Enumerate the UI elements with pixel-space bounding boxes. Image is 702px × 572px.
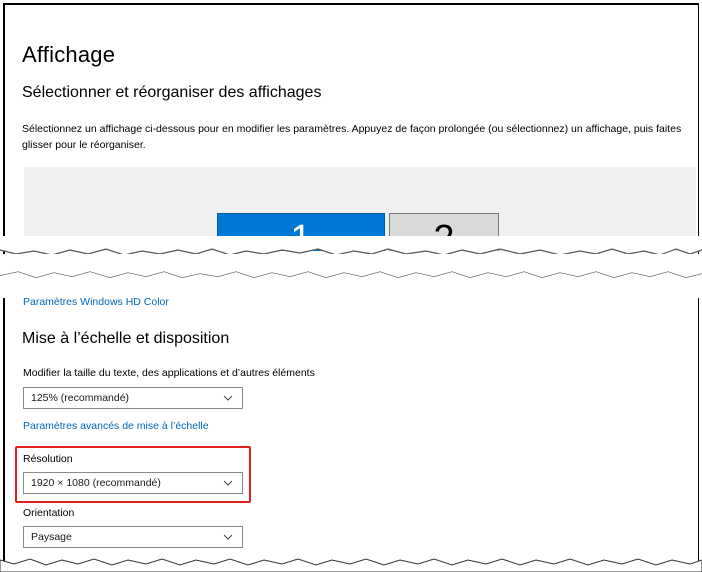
chevron-down-icon [223, 395, 233, 401]
text-size-dropdown[interactable]: 125% (recommandé) [23, 387, 243, 409]
orientation-label: Orientation [23, 507, 75, 519]
chevron-down-icon [223, 534, 233, 540]
text-size-label: Modifier la taille du texte, des applica… [23, 367, 315, 379]
text-size-value: 125% (recommandé) [31, 392, 130, 404]
arrange-displays-heading: Sélectionner et réorganiser des affichag… [22, 84, 322, 101]
orientation-value: Paysage [31, 531, 72, 543]
scale-layout-heading: Mise à l’échelle et disposition [22, 330, 230, 347]
orientation-dropdown[interactable]: Paysage [23, 526, 243, 548]
resolution-highlight-box [15, 446, 251, 503]
hd-color-settings-link[interactable]: Paramètres Windows HD Color [23, 296, 169, 308]
torn-edge-divider [0, 236, 702, 298]
arrange-displays-description: Sélectionnez un affichage ci-dessous pou… [22, 123, 682, 151]
page-title: Affichage [22, 42, 116, 67]
advanced-scaling-link[interactable]: Paramètres avancés de mise à l’échelle [23, 420, 209, 432]
bottom-torn-edge [0, 558, 702, 572]
